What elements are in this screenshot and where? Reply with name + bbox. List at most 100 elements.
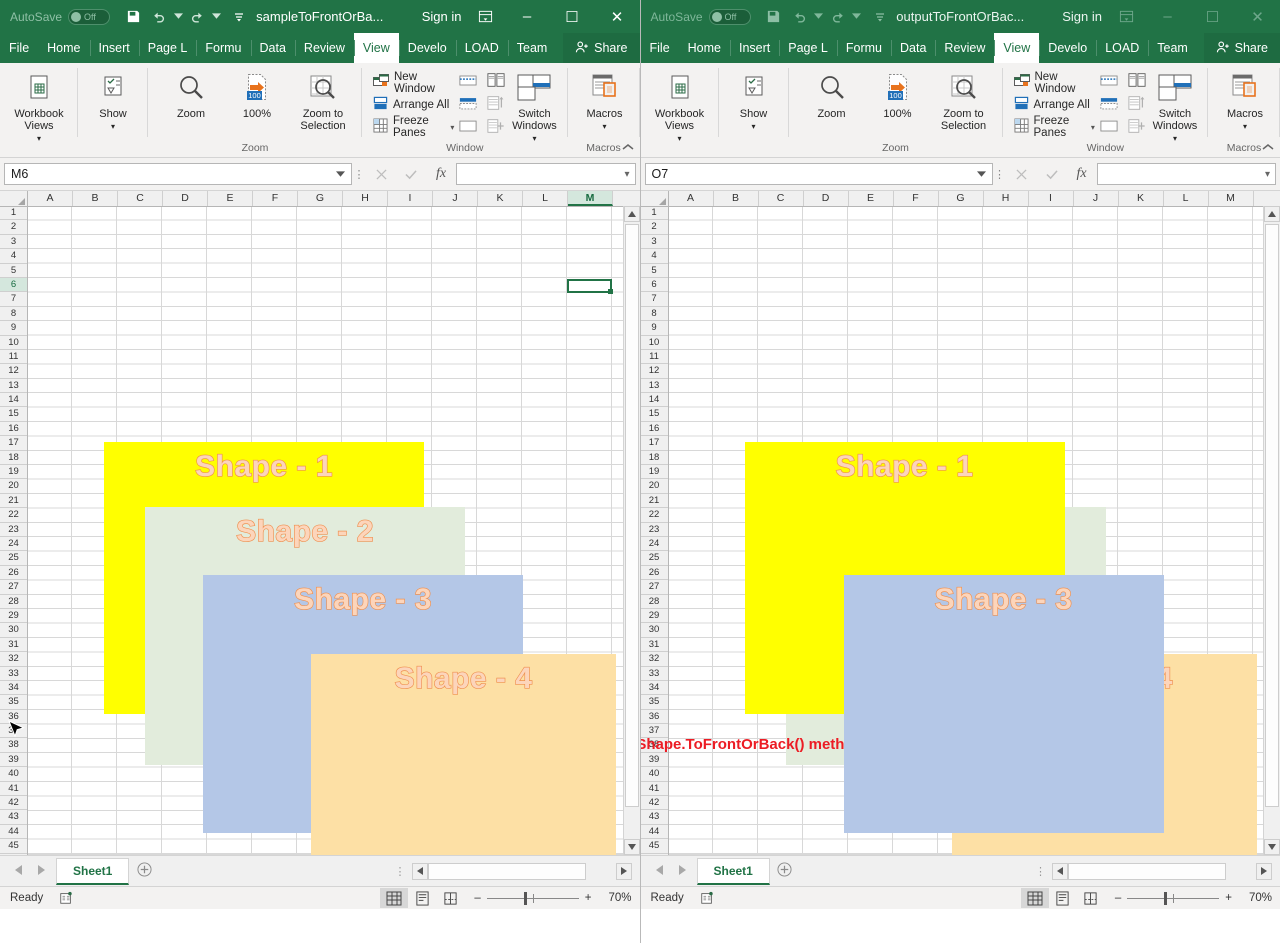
cancel-icon[interactable]: [1007, 163, 1037, 185]
row-header-11[interactable]: 11: [641, 350, 668, 364]
column-header-A[interactable]: A: [669, 191, 714, 206]
chevron-down-icon[interactable]: ▾: [1091, 123, 1095, 132]
ribbon-button-zoom[interactable]: Zoom: [799, 66, 865, 120]
row-header-42[interactable]: 42: [0, 796, 27, 810]
formula-bar-handle[interactable]: ⋮: [993, 168, 1007, 181]
redo-dropdown-icon[interactable]: [851, 4, 863, 30]
row-header-5[interactable]: 5: [0, 264, 27, 278]
row-header-28[interactable]: 28: [641, 595, 668, 609]
row-header-35[interactable]: 35: [641, 695, 668, 709]
formula-input[interactable]: ▾: [1097, 163, 1277, 185]
row-header-46[interactable]: 46: [0, 854, 27, 855]
enter-icon[interactable]: [396, 163, 426, 185]
horizontal-scrollbar[interactable]: [412, 863, 632, 880]
scroll-up-icon[interactable]: [1264, 206, 1280, 222]
undo-icon[interactable]: [787, 4, 813, 30]
page-break-preview-icon[interactable]: [1077, 888, 1105, 908]
scroll-down-icon[interactable]: [1264, 839, 1280, 855]
zoom-slider[interactable]: [487, 891, 579, 905]
page-layout-view-icon[interactable]: [1049, 888, 1077, 908]
row-header-4[interactable]: 4: [0, 249, 27, 263]
unhide-icon[interactable]: [457, 116, 479, 136]
row-header-31[interactable]: 31: [0, 638, 27, 652]
ribbon-command-new-window[interactable]: New Window: [370, 72, 457, 94]
ribbon-display-options-icon[interactable]: [467, 0, 505, 33]
row-header-1[interactable]: 1: [641, 206, 668, 220]
ribbon-command-arrange-all[interactable]: Arrange All: [1011, 94, 1098, 116]
share-button[interactable]: Share: [563, 33, 639, 63]
expand-formula-bar-icon[interactable]: ▾: [1265, 169, 1270, 180]
sign-in-button[interactable]: Sign in: [422, 9, 462, 24]
column-header-K[interactable]: K: [478, 191, 523, 206]
unhide-icon[interactable]: [1098, 116, 1120, 136]
column-header-B[interactable]: B: [714, 191, 759, 206]
row-header-36[interactable]: 36: [0, 710, 27, 724]
row-header-23[interactable]: 23: [641, 523, 668, 537]
zoom-out-button[interactable]: –: [1115, 892, 1121, 904]
row-header-16[interactable]: 16: [641, 422, 668, 436]
minimize-button[interactable]: –: [505, 0, 550, 33]
tab-develo[interactable]: Develo: [1039, 33, 1096, 63]
scroll-right-icon[interactable]: [616, 863, 632, 880]
redo-icon[interactable]: [825, 4, 851, 30]
maximize-button[interactable]: ☐: [1190, 0, 1235, 33]
row-header-26[interactable]: 26: [641, 566, 668, 580]
row-header-27[interactable]: 27: [641, 580, 668, 594]
column-header-F[interactable]: F: [894, 191, 939, 206]
scroll-left-icon[interactable]: [1052, 863, 1068, 880]
save-icon[interactable]: [761, 4, 787, 30]
row-header-29[interactable]: 29: [0, 609, 27, 623]
zoom-in-button[interactable]: +: [585, 892, 592, 904]
tab-view[interactable]: View: [354, 33, 399, 63]
row-header-17[interactable]: 17: [641, 436, 668, 450]
row-header-16[interactable]: 16: [0, 422, 27, 436]
row-header-28[interactable]: 28: [0, 595, 27, 609]
row-header-12[interactable]: 12: [0, 364, 27, 378]
row-header-8[interactable]: 8: [641, 307, 668, 321]
view-side-by-side-icon[interactable]: [1126, 70, 1148, 90]
row-header-3[interactable]: 3: [641, 235, 668, 249]
ribbon-button-workbook-views[interactable]: WorkbookViews▾: [647, 66, 713, 145]
row-header-45[interactable]: 45: [641, 839, 668, 853]
column-header-G[interactable]: G: [298, 191, 343, 206]
select-all-corner[interactable]: [0, 191, 28, 206]
tab-team[interactable]: Team: [508, 33, 557, 63]
tab-review[interactable]: Review: [935, 33, 994, 63]
row-header-24[interactable]: 24: [0, 537, 27, 551]
ribbon-command-freeze-panes[interactable]: Freeze Panes ▾: [370, 116, 457, 138]
row-header-29[interactable]: 29: [641, 609, 668, 623]
row-header-32[interactable]: 32: [0, 652, 27, 666]
ribbon-command-new-window[interactable]: New Window: [1011, 72, 1098, 94]
scroll-right-icon[interactable]: [1256, 863, 1272, 880]
ribbon-button-zoom[interactable]: Zoom: [158, 66, 224, 120]
tab-page-l[interactable]: Page L: [139, 33, 197, 63]
ribbon-display-options-icon[interactable]: [1107, 0, 1145, 33]
row-header-42[interactable]: 42: [641, 796, 668, 810]
autosave-switch[interactable]: Off: [68, 9, 110, 25]
column-header-J[interactable]: J: [1074, 191, 1119, 206]
row-header-43[interactable]: 43: [0, 810, 27, 824]
column-header-C[interactable]: C: [118, 191, 163, 206]
tab-page-l[interactable]: Page L: [779, 33, 837, 63]
undo-dropdown-icon[interactable]: [813, 4, 825, 30]
tab-data[interactable]: Data: [251, 33, 295, 63]
row-header-44[interactable]: 44: [641, 825, 668, 839]
row-header-25[interactable]: 25: [641, 551, 668, 565]
column-header-I[interactable]: I: [1029, 191, 1074, 206]
next-sheet-icon[interactable]: [671, 865, 693, 878]
column-header-K[interactable]: K: [1119, 191, 1164, 206]
split-icon[interactable]: [457, 70, 479, 90]
row-header-43[interactable]: 43: [641, 810, 668, 824]
horizontal-scrollbar[interactable]: [1052, 863, 1272, 880]
row-header-23[interactable]: 23: [0, 523, 27, 537]
row-header-18[interactable]: 18: [0, 451, 27, 465]
row-header-34[interactable]: 34: [641, 681, 668, 695]
page-break-preview-icon[interactable]: [436, 888, 464, 908]
chevron-down-icon[interactable]: [336, 167, 345, 181]
row-header-25[interactable]: 25: [0, 551, 27, 565]
tab-view[interactable]: View: [994, 33, 1039, 63]
row-header-18[interactable]: 18: [641, 451, 668, 465]
collapse-ribbon-icon[interactable]: [622, 142, 634, 155]
ribbon-button-show[interactable]: Show▾: [725, 66, 783, 133]
sheet-bar-handle[interactable]: ⋮: [395, 865, 412, 878]
